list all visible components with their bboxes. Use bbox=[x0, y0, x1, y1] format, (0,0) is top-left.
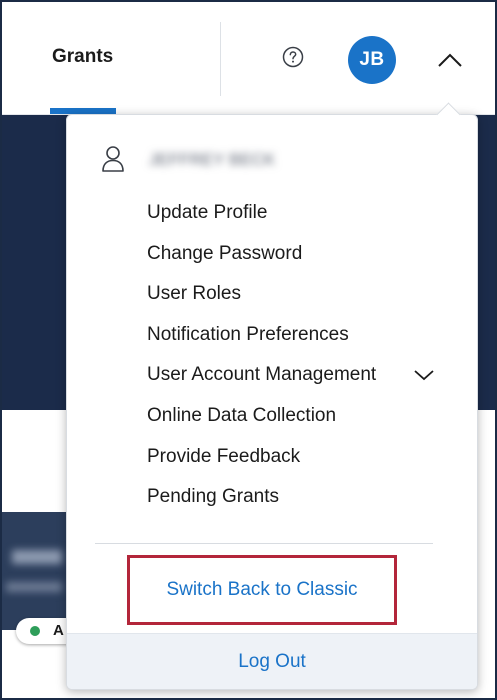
user-name: JEFFREY BECK bbox=[149, 150, 276, 169]
menu-divider bbox=[95, 543, 433, 544]
app-window: A Grants JB JEFFREY BECK Update Profile … bbox=[0, 0, 497, 700]
user-dropdown-menu: JEFFREY BECK Update Profile Change Passw… bbox=[66, 114, 478, 690]
status-dot-icon bbox=[30, 626, 40, 636]
help-circle-icon[interactable] bbox=[282, 46, 304, 68]
log-out-button[interactable]: Log Out bbox=[67, 633, 477, 689]
menu-item-user-account-management[interactable]: User Account Management bbox=[147, 359, 434, 400]
chevron-down-icon[interactable] bbox=[413, 368, 435, 382]
blurred-card-text bbox=[6, 582, 62, 592]
status-label: A bbox=[53, 622, 64, 639]
menu-item-change-password[interactable]: Change Password bbox=[147, 238, 376, 279]
nav-tab-grants[interactable]: Grants bbox=[52, 46, 113, 68]
menu-item-provide-feedback[interactable]: Provide Feedback bbox=[147, 441, 376, 482]
header-divider bbox=[220, 22, 221, 96]
user-avatar-button[interactable]: JB bbox=[348, 36, 396, 84]
background-card bbox=[2, 512, 72, 630]
menu-item-notification-preferences[interactable]: Notification Preferences bbox=[147, 319, 376, 360]
menu-item-online-data-collection[interactable]: Online Data Collection bbox=[147, 400, 376, 441]
user-icon bbox=[102, 146, 124, 172]
blurred-card-title bbox=[12, 550, 62, 564]
switch-back-to-classic-button[interactable]: Switch Back to Classic bbox=[127, 555, 397, 625]
menu-item-user-roles[interactable]: User Roles bbox=[147, 278, 376, 319]
menu-item-update-profile[interactable]: Update Profile bbox=[147, 197, 376, 238]
menu-item-pending-grants[interactable]: Pending Grants bbox=[147, 481, 376, 522]
menu-item-label: User Account Management bbox=[147, 364, 377, 386]
chevron-up-icon[interactable] bbox=[436, 50, 464, 70]
top-header: Grants JB bbox=[2, 2, 495, 115]
user-menu-list: Update Profile Change Password User Role… bbox=[147, 197, 434, 522]
user-info: JEFFREY BECK bbox=[101, 145, 401, 175]
